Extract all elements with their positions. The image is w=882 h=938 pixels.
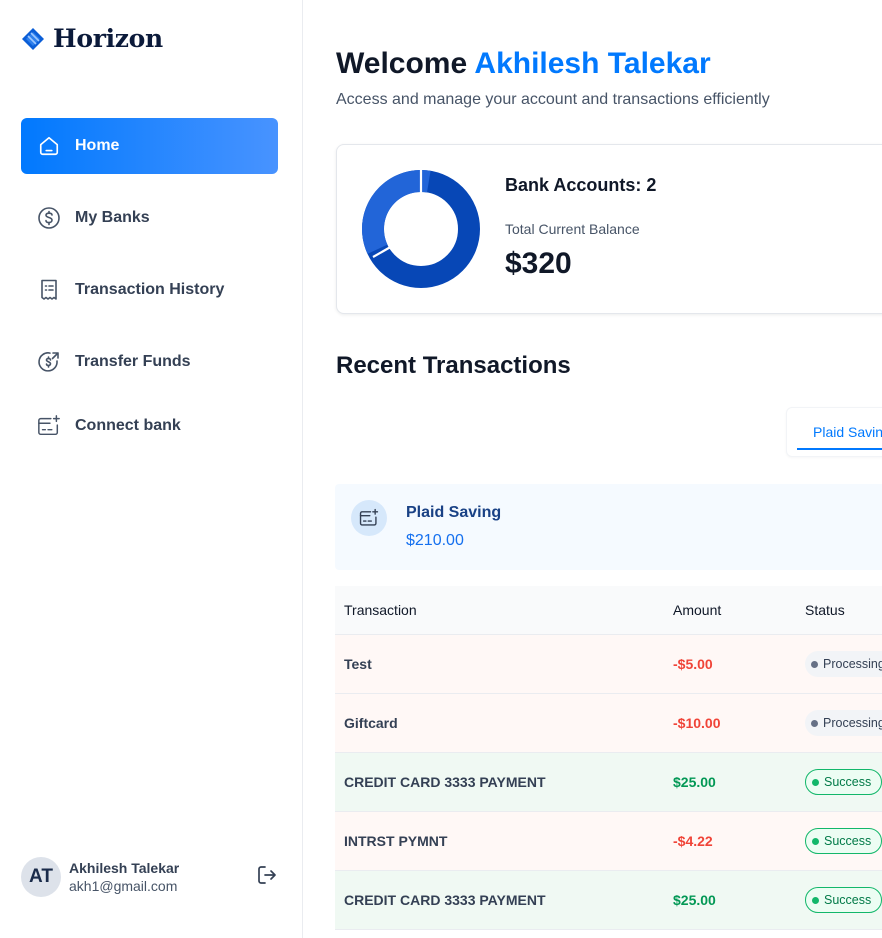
home-icon <box>37 134 61 158</box>
table-row[interactable]: Test -$5.00 Processing <box>335 635 882 694</box>
user-name: Akhilesh Talekar <box>69 860 180 876</box>
selected-bank-info[interactable]: Plaid Saving $210.00 <box>335 484 882 570</box>
user-footer: AT Akhilesh Talekar akh1@gmail.com <box>21 853 283 901</box>
user-email: akh1@gmail.com <box>69 878 178 894</box>
transaction-amount: -$4.22 <box>673 833 713 849</box>
status-dot <box>811 660 818 668</box>
transaction-name: CREDIT CARD 3333 PAYMENT <box>344 774 546 790</box>
sidebar-item-home[interactable]: Home <box>21 118 278 174</box>
sidebar-item-label: Connect bank <box>75 417 181 434</box>
sidebar-item-label: My Banks <box>75 209 150 226</box>
bank-accounts-count: Bank Accounts: 2 <box>505 175 657 195</box>
bank-tabs: Plaid Saving <box>786 407 882 457</box>
sidebar-item-label: Transaction History <box>75 281 225 298</box>
user-info: Akhilesh Talekar akh1@gmail.com <box>69 860 179 894</box>
status-label: Success <box>824 775 872 789</box>
sidebar-item-my-banks[interactable]: My Banks <box>21 190 278 246</box>
status-label: Processing <box>823 657 882 671</box>
transactions-table: Transaction Amount Status Test -$5.00 Pr… <box>335 586 882 930</box>
balance-donut-chart <box>362 170 480 288</box>
sidebar-item-transfer-funds[interactable]: Transfer Funds <box>21 334 278 390</box>
column-header-status: Status <box>805 602 845 618</box>
status-label: Processing <box>823 716 882 730</box>
transaction-amount: $25.00 <box>673 892 716 908</box>
transaction-name: CREDIT CARD 3333 PAYMENT <box>344 892 546 908</box>
page-title: Welcome Akhilesh Talekar <box>336 47 711 81</box>
total-balance-label: Total Current Balance <box>505 221 640 237</box>
logo[interactable]: Horizon <box>21 24 163 53</box>
status-badge: Processing <box>805 710 882 736</box>
main-content: Welcome Akhilesh Talekar Access and mana… <box>304 0 882 938</box>
status-badge: Processing <box>805 651 882 677</box>
column-header-transaction: Transaction <box>344 602 417 618</box>
table-row[interactable]: CREDIT CARD 3333 PAYMENT $25.00 Success <box>335 753 882 812</box>
money-send-icon <box>37 350 61 374</box>
table-header: Transaction Amount Status <box>335 586 882 635</box>
transaction-name: Test <box>344 656 372 672</box>
status-dot <box>811 719 818 727</box>
status-dot <box>812 896 819 904</box>
bank-account-balance: $210.00 <box>406 532 464 549</box>
status-dot <box>812 837 819 845</box>
tab-plaid-saving[interactable]: Plaid Saving <box>797 416 882 450</box>
welcome-prefix: Welcome <box>336 47 468 80</box>
status-label: Success <box>824 893 872 907</box>
status-dot <box>812 778 819 786</box>
sidebar-item-label: Transfer Funds <box>75 353 191 370</box>
transaction-amount: $25.00 <box>673 774 716 790</box>
sidebar-item-connect-bank[interactable]: Connect bank <box>21 398 278 454</box>
status-badge: Success <box>805 887 882 913</box>
status-badge: Success <box>805 769 882 795</box>
sidebar-item-transaction-history[interactable]: Transaction History <box>21 262 278 318</box>
transaction-amount: -$5.00 <box>673 656 713 672</box>
logout-icon[interactable] <box>255 863 279 887</box>
table-row[interactable]: INTRST PYMNT -$4.22 Success <box>335 812 882 871</box>
welcome-user-name: Akhilesh Talekar <box>474 47 711 80</box>
app-name: Horizon <box>53 24 163 53</box>
sidebar-item-label: Home <box>75 137 120 154</box>
transaction-name: Giftcard <box>344 715 398 731</box>
page-subtitle: Access and manage your account and trans… <box>336 91 770 108</box>
total-balance-card: Bank Accounts: 2 Total Current Balance $… <box>336 144 882 314</box>
status-badge: Success <box>805 828 882 854</box>
transaction-amount: -$10.00 <box>673 715 721 731</box>
column-header-amount: Amount <box>673 602 722 618</box>
table-row[interactable]: CREDIT CARD 3333 PAYMENT $25.00 Success <box>335 871 882 930</box>
recent-transactions-title: Recent Transactions <box>336 352 571 379</box>
table-row[interactable]: Giftcard -$10.00 Processing <box>335 694 882 753</box>
dollar-circle-icon <box>37 206 61 230</box>
receipt-icon <box>37 278 61 302</box>
avatar[interactable]: AT <box>21 857 61 897</box>
total-balance-value: $320 <box>505 247 572 280</box>
horizon-logo-icon <box>22 27 44 50</box>
card-add-icon <box>37 414 61 438</box>
bank-account-name: Plaid Saving <box>406 504 502 521</box>
transaction-name: INTRST PYMNT <box>344 833 448 849</box>
sidebar: Horizon Home My Banks Transaction Histor… <box>0 0 303 938</box>
status-label: Success <box>824 834 872 848</box>
card-add-icon <box>351 500 387 536</box>
